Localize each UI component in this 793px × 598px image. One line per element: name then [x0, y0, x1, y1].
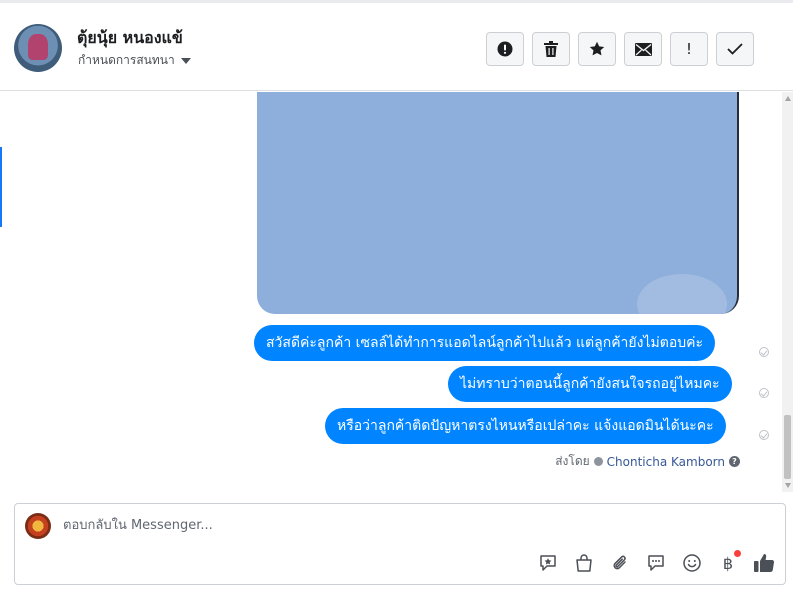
envelope-icon — [634, 42, 652, 56]
scroll-up-arrow-icon[interactable] — [785, 96, 791, 101]
header-actions: ! — [486, 32, 754, 66]
emoji-button[interactable] — [681, 552, 703, 574]
delete-button[interactable] — [532, 32, 570, 66]
exclamation-icon: ! — [685, 40, 692, 58]
conversation-panel: ตุ้ยนุ้ย หนองแข้ กำหนดการสนทนา ! สวัสดีค… — [0, 0, 793, 598]
message-thread: สวัสดีค่ะลูกค้า เซลล์ได้ทำการแอดไลน์ลูกค… — [0, 92, 782, 492]
seen-check-icon — [759, 347, 769, 357]
chat-bubble-icon — [648, 555, 664, 571]
conversation-header: ตุ้ยนุ้ย หนองแข้ กำหนดการสนทนา ! — [0, 0, 793, 91]
assign-label: กำหนดการสนทนา — [78, 53, 175, 67]
contact-name[interactable]: ตุ้ยนุ้ย หนองแข้ — [77, 26, 183, 51]
trash-icon — [544, 41, 558, 57]
attach-file-button[interactable] — [609, 552, 631, 574]
scroll-down-arrow-icon[interactable] — [785, 483, 791, 488]
message-bubble[interactable]: ไม่ทราบว่าตอนนี้ลูกค้ายังสนใจรถอยู่ไหมคะ — [448, 366, 732, 402]
mark-unread-button[interactable] — [624, 32, 662, 66]
sent-by-label: ส่งโดย — [555, 454, 590, 468]
scroll-thumb[interactable] — [784, 415, 791, 479]
important-button[interactable]: ! — [670, 32, 708, 66]
sender-name-link[interactable]: Chonticha Kamborn — [607, 455, 725, 469]
check-icon — [727, 43, 743, 55]
mark-done-button[interactable] — [716, 32, 754, 66]
saved-reply-icon — [540, 555, 556, 571]
shop-button[interactable] — [573, 552, 595, 574]
like-button[interactable] — [753, 552, 775, 574]
message-bubble[interactable]: หรือว่าลูกค้าติดปัญหาตรงไหนหรือเปล่าคะ แ… — [325, 408, 726, 444]
star-icon — [589, 41, 605, 56]
seen-check-icon — [759, 430, 769, 440]
star-button[interactable] — [578, 32, 616, 66]
thumbs-up-icon — [754, 554, 775, 572]
quick-reply-button[interactable] — [645, 552, 667, 574]
sent-by-info: ส่งโดย Chonticha Kamborn ? — [555, 452, 740, 471]
shopping-bag-icon — [576, 554, 592, 572]
page-avatar — [25, 513, 51, 539]
notification-dot — [734, 550, 741, 557]
mark-spam-button[interactable] — [486, 32, 524, 66]
reply-input[interactable] — [63, 514, 663, 536]
saved-reply-button[interactable] — [537, 552, 559, 574]
verified-icon — [593, 457, 603, 466]
payment-button[interactable]: ฿ — [717, 550, 741, 574]
image-message[interactable] — [257, 92, 739, 314]
baht-icon: ฿ — [722, 553, 734, 573]
reply-composer: ฿ — [14, 503, 786, 585]
contact-avatar[interactable] — [14, 24, 62, 72]
help-icon[interactable]: ? — [729, 456, 740, 467]
paperclip-icon — [613, 555, 626, 570]
smiley-icon — [683, 554, 701, 572]
composer-toolbar: ฿ — [537, 550, 775, 574]
thread-scrollbar[interactable] — [782, 92, 793, 492]
alert-circle-icon — [497, 41, 513, 57]
assign-conversation-dropdown[interactable]: กำหนดการสนทนา — [78, 51, 191, 70]
seen-check-icon — [759, 388, 769, 398]
message-bubble[interactable]: สวัสดีค่ะลูกค้า เซลล์ได้ทำการแอดไลน์ลูกค… — [254, 325, 716, 361]
caret-down-icon — [180, 57, 191, 64]
